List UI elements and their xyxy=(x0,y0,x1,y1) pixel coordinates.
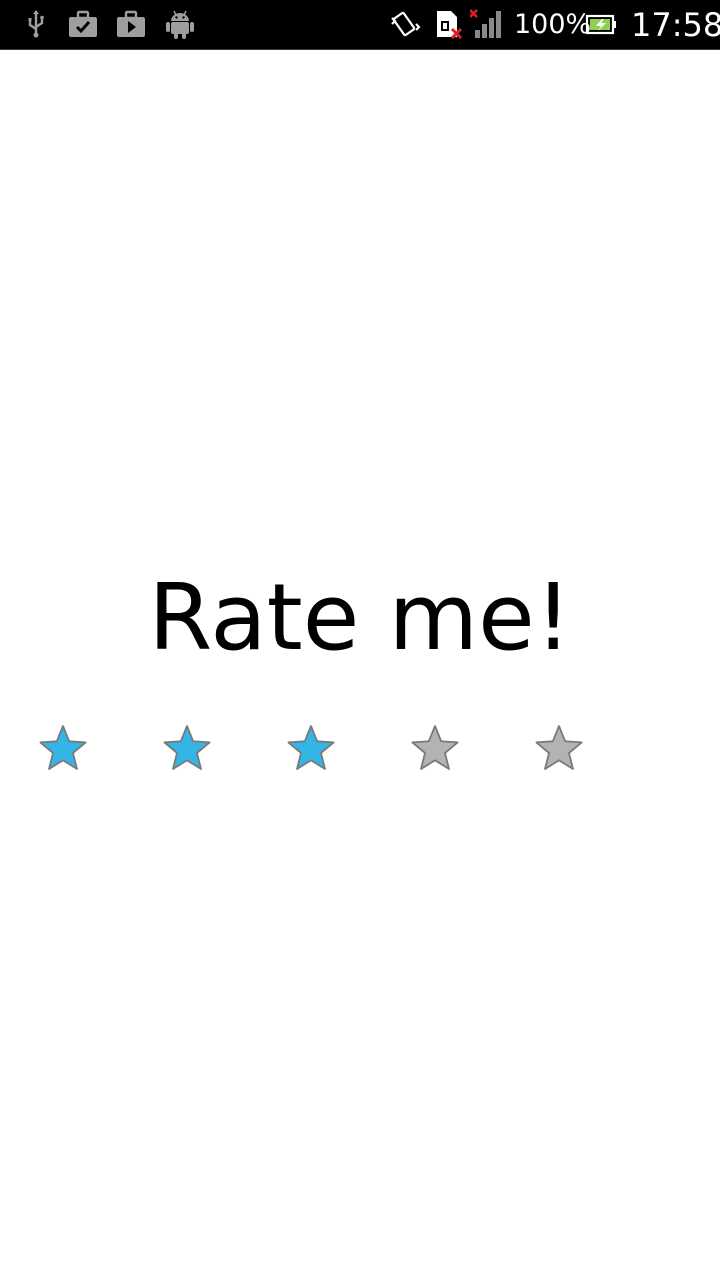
sim-error-icon xyxy=(433,8,465,40)
star-1[interactable] xyxy=(36,722,90,776)
star-4[interactable] xyxy=(408,722,462,776)
android-icon xyxy=(164,8,196,40)
clock: 17:58 xyxy=(631,6,720,44)
star-icon xyxy=(287,725,335,770)
signal-no-service-icon xyxy=(470,8,506,40)
star-icon xyxy=(163,725,211,770)
star-icon xyxy=(411,725,459,770)
battery-percent: 100% xyxy=(514,9,592,40)
briefcase-play-icon xyxy=(115,8,147,40)
star-3[interactable] xyxy=(284,722,338,776)
briefcase-check-icon xyxy=(67,8,99,40)
battery-charging-icon xyxy=(585,8,617,40)
star-2[interactable] xyxy=(160,722,214,776)
rate-me-title: Rate me! xyxy=(148,564,572,671)
star-5[interactable] xyxy=(532,722,586,776)
usb-icon xyxy=(20,8,52,40)
vibrate-icon xyxy=(389,8,421,40)
star-icon xyxy=(535,725,583,770)
status-bar: 100% 17:58 xyxy=(0,0,720,50)
star-icon xyxy=(39,725,87,770)
